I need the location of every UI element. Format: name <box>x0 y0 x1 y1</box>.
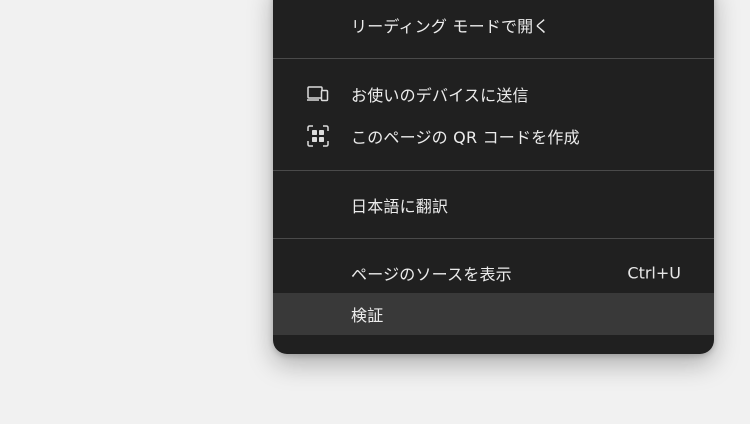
page-background: リーディング モードで開く お使いのデバイスに送信 このページの QR コードを… <box>0 0 750 424</box>
menu-separator <box>273 170 714 171</box>
context-menu: リーディング モードで開く お使いのデバイスに送信 このページの QR コードを… <box>273 0 714 354</box>
qr-code-icon <box>305 123 331 149</box>
menu-item-label: リーディング モードで開く <box>351 17 550 36</box>
menu-item-label: お使いのデバイスに送信 <box>351 86 529 105</box>
menu-item-send-to-devices[interactable]: お使いのデバイスに送信 <box>273 73 714 115</box>
menu-item-translate[interactable]: 日本語に翻訳 <box>273 184 714 226</box>
menu-item-shortcut: Ctrl+U <box>627 263 681 283</box>
menu-item-label: 日本語に翻訳 <box>351 197 449 216</box>
menu-item-label: 検証 <box>351 306 384 325</box>
menu-separator <box>273 238 714 239</box>
menu-separator <box>273 58 714 59</box>
send-to-devices-icon <box>305 81 331 107</box>
menu-item-label: このページの QR コードを作成 <box>351 128 580 147</box>
menu-item-reading-mode[interactable]: リーディング モードで開く <box>273 4 714 46</box>
menu-item-label: ページのソースを表示 <box>351 265 512 284</box>
menu-item-inspect[interactable]: 検証 <box>273 293 714 335</box>
menu-item-view-source[interactable]: ページのソースを表示 Ctrl+U <box>273 252 714 294</box>
menu-item-create-qr-code[interactable]: このページの QR コードを作成 <box>273 115 714 157</box>
